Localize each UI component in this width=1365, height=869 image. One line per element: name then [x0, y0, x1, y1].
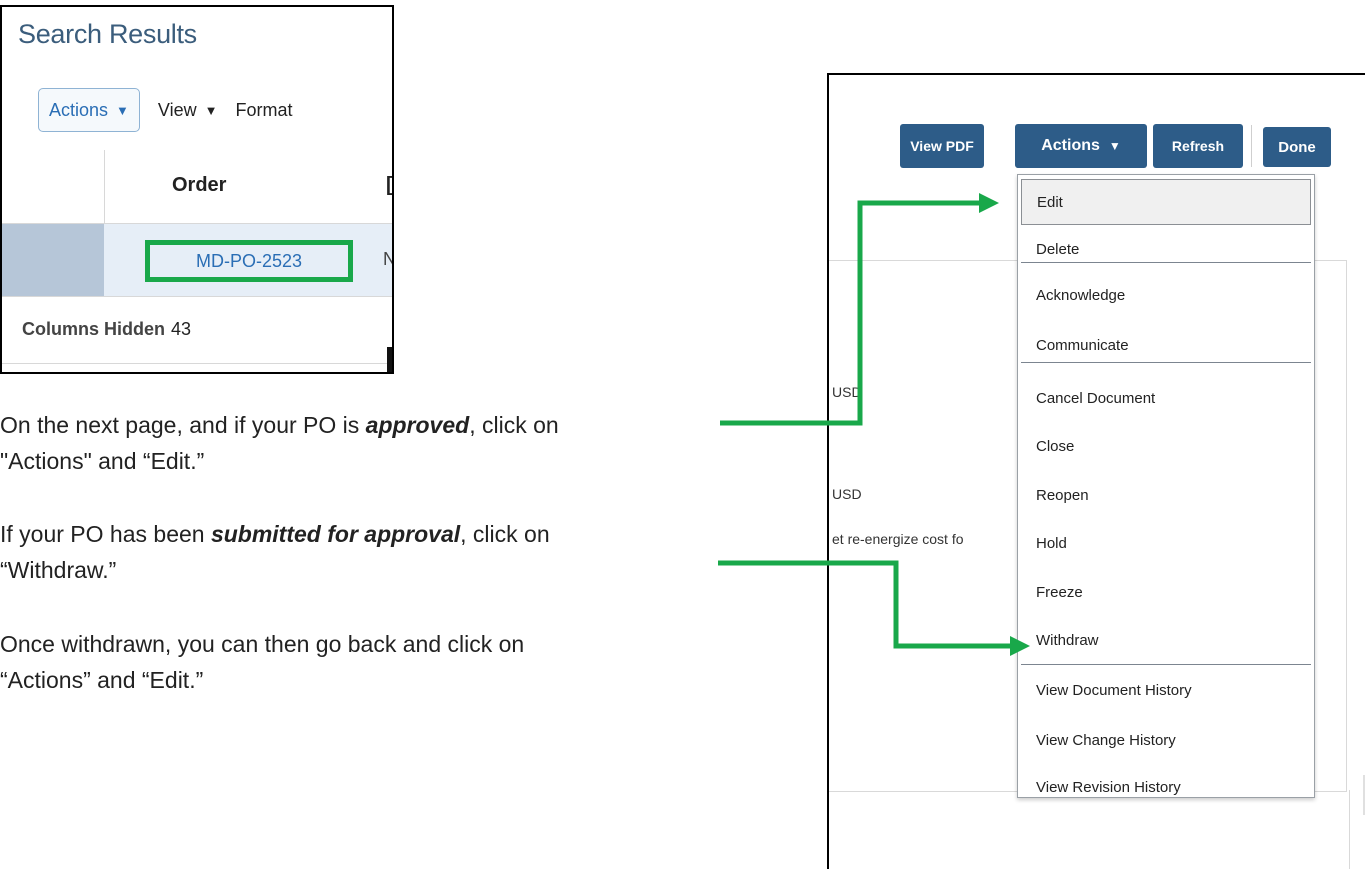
next-column-header[interactable]: [	[386, 174, 392, 197]
menu-divider	[1021, 262, 1311, 263]
menu-item-close[interactable]: Close	[1018, 427, 1314, 465]
menu-item-view-change-history[interactable]: View Change History	[1018, 721, 1314, 759]
currency-text: USD	[832, 384, 862, 400]
format-menu-button[interactable]: Format	[235, 100, 292, 121]
view-menu-button[interactable]: View ▼	[158, 100, 218, 121]
table-row[interactable]: MD-PO-2523 N	[2, 224, 392, 297]
table-header-row: Order [	[2, 150, 392, 224]
scrollbar-edge	[387, 347, 392, 372]
done-button[interactable]: Done	[1263, 127, 1331, 167]
po-actions-button[interactable]: Actions ▼	[1015, 124, 1147, 168]
columns-hidden-indicator: Columns Hidden 43	[22, 319, 191, 340]
search-results-screenshot: Search Results Actions ▼ View ▼ Format O…	[0, 5, 394, 374]
menu-item-hold[interactable]: Hold	[1018, 524, 1314, 562]
menu-item-communicate[interactable]: Communicate	[1018, 326, 1314, 364]
refresh-button[interactable]: Refresh	[1153, 124, 1243, 168]
instruction-line-4: “Withdraw.”	[0, 557, 117, 583]
instruction-line-1: On the next page, and if your PO is appr…	[0, 408, 559, 442]
actions-menu-button[interactable]: Actions ▼	[38, 88, 140, 132]
instruction-emphasis: approved	[365, 412, 470, 438]
description-text: et re-energize cost fo	[832, 531, 964, 547]
menu-item-view-document-history[interactable]: View Document History	[1018, 671, 1314, 709]
po-actions-label: Actions	[1041, 137, 1100, 154]
instruction-text: On the next page, and if your PO is	[0, 412, 366, 438]
next-cell: N	[383, 249, 392, 270]
instruction-text: , click on	[460, 521, 550, 547]
instruction-text: If your PO has been	[0, 521, 211, 547]
search-results-toolbar: Actions ▼ View ▼ Format	[38, 87, 293, 133]
view-pdf-button[interactable]: View PDF	[900, 124, 984, 168]
currency-text: USD	[832, 486, 862, 502]
actions-label: Actions	[49, 99, 109, 120]
row-selector-header	[2, 150, 105, 223]
menu-item-reopen[interactable]: Reopen	[1018, 476, 1314, 514]
row-selector[interactable]	[2, 224, 104, 296]
dropdown-triangle-icon: ▼	[116, 102, 129, 118]
columns-hidden-count[interactable]: 43	[171, 319, 191, 339]
view-label: View	[157, 99, 197, 120]
order-number-link[interactable]: MD-PO-2523	[145, 240, 353, 282]
dropdown-triangle-icon: ▼	[1108, 139, 1121, 153]
instruction-line-2: "Actions" and “Edit.”	[0, 448, 205, 474]
menu-item-view-revision-history[interactable]: View Revision History	[1018, 768, 1314, 806]
tutorial-canvas: Search Results Actions ▼ View ▼ Format O…	[0, 0, 1365, 869]
menu-item-withdraw[interactable]: Withdraw	[1018, 621, 1314, 659]
menu-item-cancel-document[interactable]: Cancel Document	[1018, 379, 1314, 417]
instruction-emphasis: submitted for approval	[210, 521, 461, 547]
menu-item-freeze[interactable]: Freeze	[1018, 573, 1314, 611]
actions-dropdown-menu: Edit Delete Acknowledge Communicate Cancel D…	[1017, 174, 1315, 798]
instruction-line-3: If your PO has been submitted for approv…	[0, 517, 550, 551]
menu-divider	[1021, 664, 1311, 665]
toolbar-divider	[1251, 125, 1252, 167]
instruction-line-5: Once withdrawn, you can then go back and…	[0, 631, 525, 657]
order-column-header[interactable]: Order	[172, 174, 226, 197]
menu-item-acknowledge[interactable]: Acknowledge	[1018, 276, 1314, 314]
po-page-screenshot: View PDF Actions ▼ Refresh Done USD USD …	[827, 73, 1365, 869]
instruction-line-6: “Actions” and “Edit.”	[0, 667, 204, 693]
menu-item-edit[interactable]: Edit	[1021, 179, 1311, 225]
columns-hidden-label: Columns Hidden	[22, 319, 165, 339]
instruction-text: , click on	[469, 412, 559, 438]
search-results-title: Search Results	[18, 19, 197, 49]
dropdown-triangle-icon: ▼	[204, 102, 218, 118]
menu-divider	[1021, 362, 1311, 363]
divider	[2, 363, 392, 364]
